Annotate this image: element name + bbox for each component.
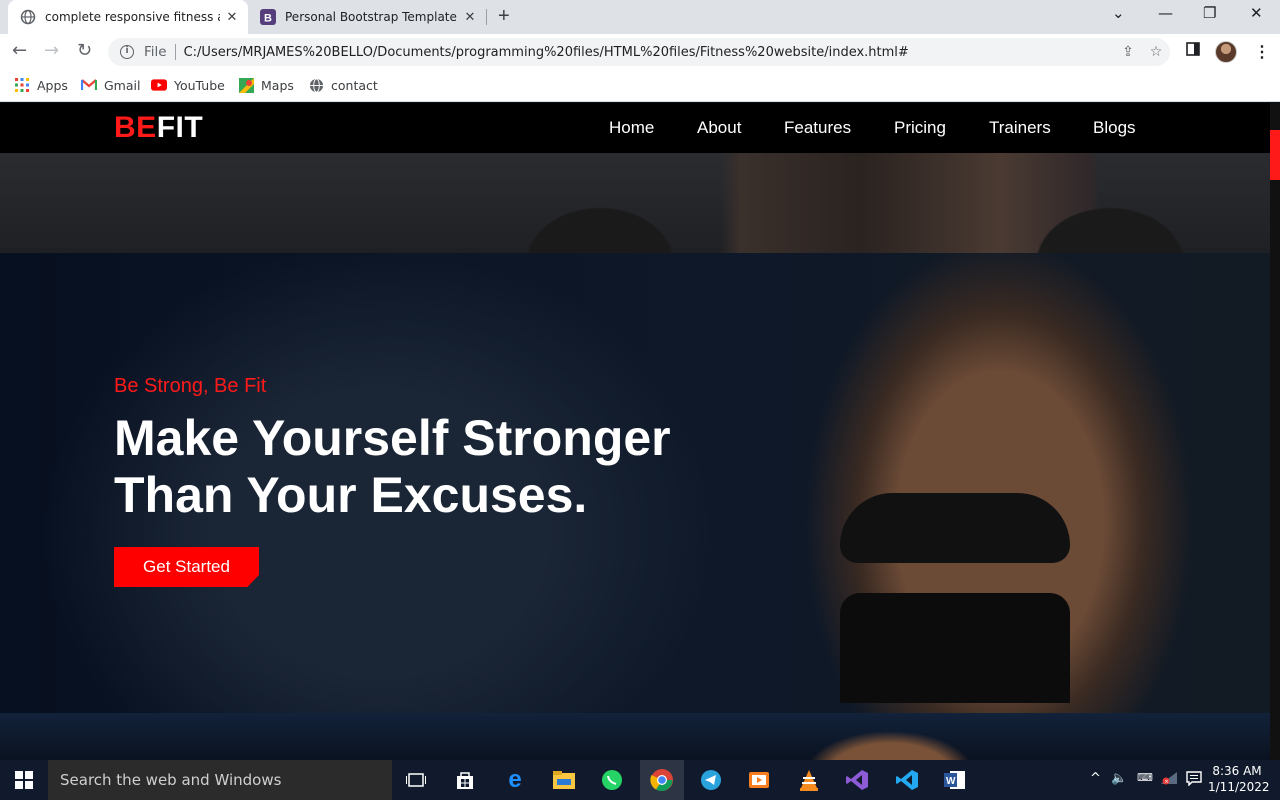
- url-text[interactable]: C:/Users/MRJAMES%20BELLO/Documents/progr…: [184, 45, 1114, 60]
- tab-close-icon[interactable]: ✕: [458, 10, 482, 25]
- url-scheme: File: [144, 44, 167, 60]
- bookmark-label: Apps: [37, 77, 68, 93]
- bootstrap-icon: B: [260, 9, 276, 25]
- vlc-icon[interactable]: [795, 766, 823, 794]
- visual-studio-icon[interactable]: [843, 766, 871, 794]
- bookmark-star-icon[interactable]: ☆: [1142, 44, 1170, 60]
- maps-icon: [238, 77, 254, 93]
- background-image-strip: [0, 153, 1270, 253]
- bookmark-maps[interactable]: Maps: [238, 77, 294, 93]
- bookmark-label: YouTube: [174, 77, 225, 93]
- reload-button[interactable]: ↻: [77, 40, 92, 61]
- hero-athlete-image: [840, 493, 1070, 563]
- logo-accent: BE: [114, 111, 157, 144]
- tab-title: Personal Bootstrap Template: [285, 10, 457, 24]
- profile-avatar[interactable]: [1215, 41, 1237, 63]
- hero-section: Be Strong, Be Fit Make Yourself Stronger…: [0, 253, 1270, 713]
- bookmark-label: Gmail: [104, 77, 141, 93]
- network-icon[interactable]: ×: [1160, 771, 1178, 789]
- svg-text:×: ×: [1164, 779, 1169, 785]
- tab-bootstrap[interactable]: B Personal Bootstrap Template ✕: [248, 0, 486, 34]
- system-clock[interactable]: 8:36 AM 1/11/2022: [1208, 763, 1270, 795]
- minimize-button[interactable]: —: [1158, 4, 1173, 22]
- bookmark-label: Maps: [261, 77, 294, 93]
- media-player-icon[interactable]: [745, 766, 773, 794]
- restore-button[interactable]: ❐: [1203, 4, 1216, 22]
- tab-divider: [486, 9, 487, 25]
- browser-toolbar: ← → ↻ i File C:/Users/MRJAMES%20BELLO/Do…: [0, 34, 1280, 70]
- nav-link-home[interactable]: Home: [609, 118, 654, 138]
- gmail-icon: [81, 77, 97, 93]
- taskbar-search-input[interactable]: Search the web and Windows: [48, 760, 392, 800]
- bookmark-label: contact: [331, 77, 378, 93]
- globe-icon: [20, 9, 36, 25]
- side-panel-icon[interactable]: [1186, 42, 1200, 61]
- hero-athlete-image: [840, 593, 1070, 703]
- clock-date: 1/11/2022: [1208, 780, 1270, 794]
- bookmark-gmail[interactable]: Gmail: [81, 77, 140, 93]
- chrome-icon[interactable]: [640, 760, 684, 800]
- site-navbar: BEFIT Home About Features Pricing Traine…: [0, 103, 1270, 153]
- word-icon[interactable]: W: [941, 766, 969, 794]
- svg-text:B: B: [264, 13, 272, 25]
- headline-line: Make Yourself Stronger: [114, 410, 671, 466]
- get-started-button[interactable]: Get Started: [114, 547, 259, 587]
- store-icon[interactable]: [451, 766, 479, 794]
- bookmark-youtube[interactable]: YouTube: [151, 77, 225, 93]
- logo-rest: FIT: [156, 111, 204, 144]
- youtube-icon: [151, 77, 167, 93]
- whatsapp-icon[interactable]: [598, 766, 626, 794]
- back-button[interactable]: ←: [12, 40, 27, 61]
- info-icon[interactable]: i: [120, 45, 134, 59]
- show-hidden-icons[interactable]: ^: [1090, 771, 1101, 786]
- forward-button[interactable]: →: [44, 40, 59, 61]
- start-button[interactable]: [0, 760, 48, 800]
- more-menu-icon[interactable]: ⋮: [1254, 42, 1270, 62]
- vscode-icon[interactable]: [893, 766, 921, 794]
- bookmarks-bar: Apps Gmail YouTube Maps contact: [0, 70, 1280, 102]
- bookmark-contact[interactable]: contact: [308, 77, 378, 93]
- file-explorer-icon[interactable]: [550, 766, 578, 794]
- nav-link-trainers[interactable]: Trainers: [989, 118, 1051, 138]
- clock-time: 8:36 AM: [1212, 764, 1262, 778]
- telegram-icon[interactable]: [697, 766, 725, 794]
- bookmark-apps[interactable]: Apps: [14, 77, 68, 93]
- address-bar[interactable]: i File C:/Users/MRJAMES%20BELLO/Document…: [108, 38, 1170, 66]
- tab-close-icon[interactable]: ✕: [220, 10, 244, 25]
- notifications-icon[interactable]: [1186, 771, 1202, 790]
- next-section-image: [0, 713, 1270, 760]
- web-page: BEFIT Home About Features Pricing Traine…: [0, 103, 1280, 760]
- nav-link-about[interactable]: About: [697, 118, 741, 138]
- edge-icon[interactable]: e: [501, 766, 529, 794]
- globe-icon: [308, 77, 324, 93]
- windows-taskbar: Search the web and Windows e W ^ 🔈 ⌨ × 8…: [0, 760, 1280, 800]
- input-language-icon[interactable]: ⌨: [1137, 771, 1153, 784]
- hero-tagline: Be Strong, Be Fit: [114, 375, 267, 397]
- nav-link-blogs[interactable]: Blogs: [1093, 118, 1136, 138]
- share-icon[interactable]: ⇪: [1114, 44, 1142, 60]
- close-window-button[interactable]: ✕: [1250, 4, 1263, 22]
- page-scrollbar[interactable]: [1270, 103, 1280, 760]
- site-logo[interactable]: BEFIT: [114, 111, 203, 145]
- svg-text:W: W: [946, 776, 956, 787]
- apps-grid-icon: [14, 77, 30, 93]
- browser-tab-strip: complete responsive fitness and ✕ B Pers…: [0, 0, 1280, 34]
- tab-fitness[interactable]: complete responsive fitness and ✕: [8, 0, 248, 34]
- volume-icon[interactable]: 🔈: [1111, 771, 1127, 786]
- nav-link-features[interactable]: Features: [784, 118, 851, 138]
- hero-headline: Make Yourself Stronger Than Your Excuses…: [114, 410, 754, 524]
- new-tab-button[interactable]: +: [498, 5, 510, 28]
- scrollbar-thumb[interactable]: [1270, 130, 1280, 180]
- tab-search-icon[interactable]: ⌄: [1112, 4, 1125, 22]
- tab-title: complete responsive fitness and: [45, 10, 220, 24]
- headline-line: Than Your Excuses.: [114, 467, 588, 523]
- omnibox-divider: [174, 44, 176, 60]
- windows-logo-icon: [15, 771, 33, 789]
- task-view-icon[interactable]: [402, 766, 430, 794]
- nav-link-pricing[interactable]: Pricing: [894, 118, 946, 138]
